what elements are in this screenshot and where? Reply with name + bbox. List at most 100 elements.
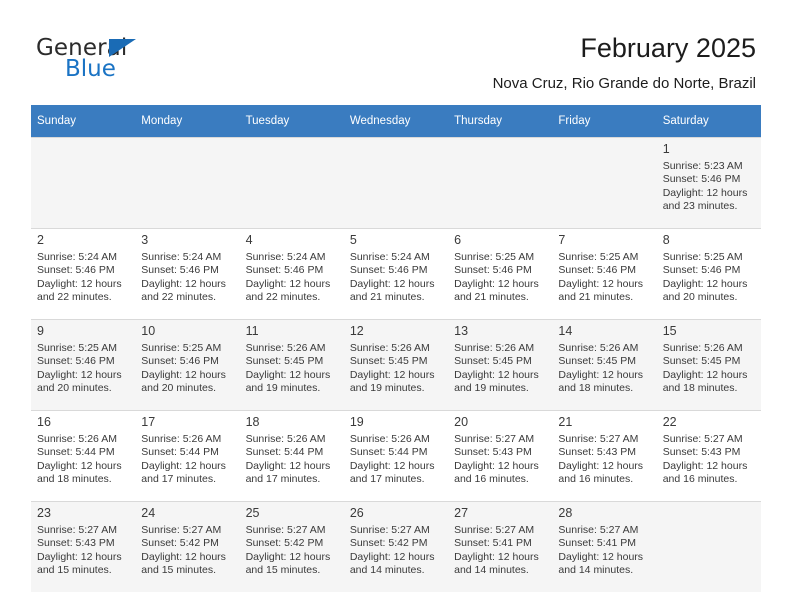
calendar-day-cell[interactable]: 22 Sunrise: 5:27 AM Sunset: 5:43 PM Dayligh… xyxy=(656,410,761,502)
day-cell-inner: 22 Sunrise: 5:27 AM Sunset: 5:43 PM Dayligh… xyxy=(657,411,761,501)
day-cell-inner xyxy=(344,138,448,228)
calendar-day-cell[interactable]: 13 Sunrise: 5:26 AM Sunset: 5:45 PM Dayligh… xyxy=(448,319,553,411)
calendar-day-cell[interactable]: 9 Sunrise: 5:25 AM Sunset: 5:46 PM Daylight… xyxy=(31,319,136,411)
day-number: 26 xyxy=(349,506,364,520)
daylight-duration-line1: Daylight: 12 hours xyxy=(558,550,644,563)
day-cell-inner: 18 Sunrise: 5:26 AM Sunset: 5:44 PM Dayligh… xyxy=(240,411,344,501)
brand-name-blue: Blue xyxy=(65,56,116,82)
weekday-header-wednesday: Wednesday xyxy=(343,105,449,138)
day-number: 15 xyxy=(662,324,677,338)
day-number: 25 xyxy=(245,506,260,520)
daylight-duration-line1: Daylight: 12 hours xyxy=(349,459,435,472)
day-astronomy-info: Sunrise: 5:26 AM Sunset: 5:45 PM Daylight:… xyxy=(657,341,761,395)
daylight-duration-line2: and 20 minutes. xyxy=(37,381,112,394)
day-astronomy-info: Sunrise: 5:24 AM Sunset: 5:46 PM Daylight:… xyxy=(344,250,448,304)
day-number xyxy=(552,138,656,145)
sunrise-time: Sunrise: 5:26 AM xyxy=(558,342,639,354)
calendar-day-cell[interactable]: 21 Sunrise: 5:27 AM Sunset: 5:43 PM Dayligh… xyxy=(552,410,657,502)
calendar-day-cell[interactable]: 14 Sunrise: 5:26 AM Sunset: 5:45 PM Dayligh… xyxy=(552,319,657,411)
sunrise-time: Sunrise: 5:26 AM xyxy=(245,342,326,354)
day-number xyxy=(448,138,552,145)
sunrise-time: Sunrise: 5:25 AM xyxy=(141,342,222,354)
day-astronomy-info: Sunrise: 5:24 AM Sunset: 5:46 PM Daylight:… xyxy=(135,250,239,304)
sunrise-time: Sunrise: 5:26 AM xyxy=(662,342,743,354)
calendar-day-cell[interactable]: 8 Sunrise: 5:25 AM Sunset: 5:46 PM Daylight… xyxy=(656,228,761,320)
daylight-duration-line2: and 14 minutes. xyxy=(558,563,634,576)
calendar-day-cell[interactable]: 3 Sunrise: 5:24 AM Sunset: 5:46 PM Daylight… xyxy=(135,228,240,320)
day-astronomy-info: Sunrise: 5:27 AM Sunset: 5:43 PM Daylight:… xyxy=(31,523,135,577)
calendar-week-row: 23 Sunrise: 5:27 AM Sunset: 5:43 PM Dayligh… xyxy=(31,501,761,592)
brand-logo[interactable]: General Blue xyxy=(36,36,266,86)
sunset-time: Sunset: 5:43 PM xyxy=(37,537,115,550)
day-astronomy-info: Sunrise: 5:26 AM Sunset: 5:44 PM Daylight:… xyxy=(31,432,135,486)
day-cell-inner: 8 Sunrise: 5:25 AM Sunset: 5:46 PM Daylight… xyxy=(657,229,761,319)
daylight-duration-line2: and 16 minutes. xyxy=(662,472,738,485)
daylight-duration-line1: Daylight: 12 hours xyxy=(454,368,539,381)
day-astronomy-info: Sunrise: 5:25 AM Sunset: 5:46 PM Daylight:… xyxy=(135,341,239,395)
day-cell-inner xyxy=(240,138,344,228)
day-astronomy-info: Sunrise: 5:27 AM Sunset: 5:41 PM Daylight:… xyxy=(448,523,552,577)
day-cell-inner: 24 Sunrise: 5:27 AM Sunset: 5:42 PM Dayligh… xyxy=(135,502,239,592)
day-cell-inner: 16 Sunrise: 5:26 AM Sunset: 5:44 PM Dayligh… xyxy=(31,411,135,501)
sunrise-time: Sunrise: 5:26 AM xyxy=(245,433,326,445)
calendar-day-cell[interactable]: 18 Sunrise: 5:26 AM Sunset: 5:44 PM Dayligh… xyxy=(239,410,344,502)
daylight-duration-line1: Daylight: 12 hours xyxy=(662,186,748,199)
sunset-time: Sunset: 5:46 PM xyxy=(662,173,741,186)
calendar-day-cell[interactable]: 24 Sunrise: 5:27 AM Sunset: 5:42 PM Dayligh… xyxy=(135,501,240,592)
calendar-day-cell[interactable]: 10 Sunrise: 5:25 AM Sunset: 5:46 PM Dayligh… xyxy=(135,319,240,411)
calendar-day-cell[interactable]: 1 Sunrise: 5:23 AM Sunset: 5:46 PM Daylight… xyxy=(656,137,761,229)
daylight-duration-line1: Daylight: 12 hours xyxy=(349,368,435,381)
daylight-duration-line1: Daylight: 12 hours xyxy=(245,277,331,290)
daylight-duration-line2: and 15 minutes. xyxy=(245,563,321,576)
calendar-cell-empty xyxy=(239,137,344,229)
day-number xyxy=(240,138,344,145)
daylight-duration-line1: Daylight: 12 hours xyxy=(245,459,331,472)
sunrise-time: Sunrise: 5:27 AM xyxy=(558,433,639,445)
calendar-day-cell[interactable]: 28 Sunrise: 5:27 AM Sunset: 5:41 PM Dayligh… xyxy=(552,501,657,592)
day-astronomy-info: Sunrise: 5:27 AM Sunset: 5:43 PM Daylight:… xyxy=(448,432,552,486)
calendar-day-cell[interactable]: 27 Sunrise: 5:27 AM Sunset: 5:41 PM Dayligh… xyxy=(448,501,553,592)
daylight-duration-line2: and 14 minutes. xyxy=(454,563,529,576)
calendar-day-cell[interactable]: 6 Sunrise: 5:25 AM Sunset: 5:46 PM Daylight… xyxy=(448,228,553,320)
day-number: 11 xyxy=(245,324,259,338)
day-cell-inner: 12 Sunrise: 5:26 AM Sunset: 5:45 PM Dayligh… xyxy=(344,320,448,410)
calendar-day-cell[interactable]: 17 Sunrise: 5:26 AM Sunset: 5:44 PM Dayligh… xyxy=(135,410,240,502)
day-cell-inner: 27 Sunrise: 5:27 AM Sunset: 5:41 PM Dayligh… xyxy=(448,502,552,592)
calendar-day-cell[interactable]: 7 Sunrise: 5:25 AM Sunset: 5:46 PM Daylight… xyxy=(552,228,657,320)
daylight-duration-line2: and 22 minutes. xyxy=(37,290,112,303)
calendar-day-cell[interactable]: 15 Sunrise: 5:26 AM Sunset: 5:45 PM Dayligh… xyxy=(656,319,761,411)
day-number: 10 xyxy=(141,324,156,338)
daylight-duration-line1: Daylight: 12 hours xyxy=(558,459,644,472)
calendar-day-cell[interactable]: 20 Sunrise: 5:27 AM Sunset: 5:43 PM Dayligh… xyxy=(448,410,553,502)
daylight-duration-line2: and 19 minutes. xyxy=(454,381,529,394)
sunrise-time: Sunrise: 5:27 AM xyxy=(37,524,117,536)
calendar-day-cell[interactable]: 12 Sunrise: 5:26 AM Sunset: 5:45 PM Dayligh… xyxy=(343,319,449,411)
calendar-day-cell[interactable]: 16 Sunrise: 5:26 AM Sunset: 5:44 PM Dayligh… xyxy=(31,410,136,502)
calendar-day-cell[interactable]: 4 Sunrise: 5:24 AM Sunset: 5:46 PM Daylight… xyxy=(239,228,344,320)
day-astronomy-info: Sunrise: 5:27 AM Sunset: 5:42 PM Daylight:… xyxy=(135,523,239,577)
day-number: 8 xyxy=(662,233,670,247)
day-cell-inner: 13 Sunrise: 5:26 AM Sunset: 5:45 PM Dayligh… xyxy=(448,320,552,410)
day-number: 14 xyxy=(558,324,573,338)
calendar-day-cell[interactable]: 19 Sunrise: 5:26 AM Sunset: 5:44 PM Dayligh… xyxy=(343,410,449,502)
day-astronomy-info: Sunrise: 5:23 AM Sunset: 5:46 PM Daylight:… xyxy=(657,159,761,213)
day-number: 21 xyxy=(558,415,573,429)
daylight-duration-line1: Daylight: 12 hours xyxy=(454,459,539,472)
calendar-day-cell[interactable]: 5 Sunrise: 5:24 AM Sunset: 5:46 PM Daylight… xyxy=(343,228,449,320)
daylight-duration-line2: and 22 minutes. xyxy=(141,290,216,303)
sunset-time: Sunset: 5:42 PM xyxy=(349,537,428,550)
day-cell-inner: 1 Sunrise: 5:23 AM Sunset: 5:46 PM Daylight… xyxy=(657,138,761,228)
calendar-day-cell[interactable]: 2 Sunrise: 5:24 AM Sunset: 5:46 PM Daylight… xyxy=(31,228,136,320)
calendar-header-row: Sunday Monday Tuesday Wednesday Thursday… xyxy=(31,105,761,138)
day-cell-inner: 19 Sunrise: 5:26 AM Sunset: 5:44 PM Dayligh… xyxy=(344,411,448,501)
day-cell-inner: 6 Sunrise: 5:25 AM Sunset: 5:46 PM Daylight… xyxy=(448,229,552,319)
calendar-day-cell[interactable]: 25 Sunrise: 5:27 AM Sunset: 5:42 PM Dayligh… xyxy=(239,501,344,592)
calendar-day-cell[interactable]: 11 Sunrise: 5:26 AM Sunset: 5:45 PM Dayligh… xyxy=(239,319,344,411)
daylight-duration-line1: Daylight: 12 hours xyxy=(245,368,331,381)
calendar-day-cell[interactable]: 23 Sunrise: 5:27 AM Sunset: 5:43 PM Dayligh… xyxy=(31,501,136,592)
sunset-time: Sunset: 5:44 PM xyxy=(245,446,324,459)
weekday-header-monday: Monday xyxy=(135,105,240,138)
day-number xyxy=(135,138,239,145)
calendar-day-cell[interactable]: 26 Sunrise: 5:27 AM Sunset: 5:42 PM Dayligh… xyxy=(343,501,449,592)
calendar-week-row: 2 Sunrise: 5:24 AM Sunset: 5:46 PM Daylight… xyxy=(31,228,761,320)
